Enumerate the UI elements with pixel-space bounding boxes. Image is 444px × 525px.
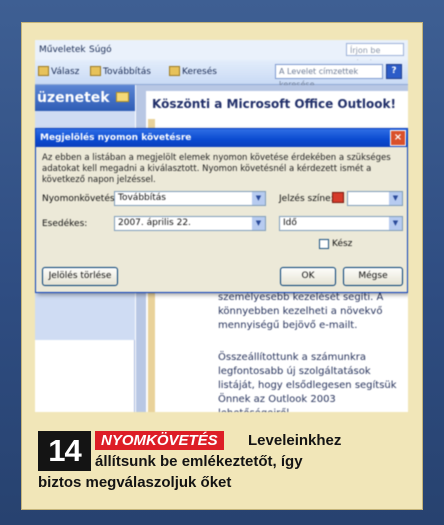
caption-tag: NYOMKÖVETÉS xyxy=(95,431,224,450)
toolbar: Válasz Továbbítás Keresés A Levelet címz… xyxy=(35,60,408,89)
figure-caption: 14 NYOMKÖVETÉS Leveleinkhez állítsunk be… xyxy=(35,412,408,492)
due-date-label: Esedékes: xyxy=(42,219,88,229)
caption-line-3: biztos megválaszoljuk őket xyxy=(38,474,232,491)
find-icon xyxy=(169,66,180,76)
close-icon[interactable]: × xyxy=(390,130,406,146)
caption-line-2: állítsunk be emlékeztetőt, így xyxy=(95,453,303,470)
nav-pane-header: üzenetek xyxy=(35,85,135,111)
help-icon[interactable]: ? xyxy=(386,64,402,79)
message-paragraph-2: Összeállítottunk a számunkra legfontosab… xyxy=(218,352,397,412)
followup-label: Nyomonkövetés: xyxy=(42,194,118,204)
forward-icon xyxy=(90,66,101,76)
help-search-input[interactable]: Írjon be kérdést xyxy=(346,43,404,68)
message-paragraph-1: személyesebb kezelését segíti. A könnyeb… xyxy=(218,292,384,331)
flag-for-followup-dialog: Megjelölés nyomon követésre × Az ebben a… xyxy=(35,128,408,293)
flag-icon xyxy=(332,192,344,203)
dialog-description: Az ebben a listában a megjelölt elemek n… xyxy=(42,153,391,185)
menu-item-muveletek[interactable]: Műveletek xyxy=(39,45,86,55)
followup-type-select[interactable]: Továbbítás ▼ xyxy=(114,191,266,206)
ok-button[interactable]: OK xyxy=(280,267,336,286)
chevron-down-icon: ▼ xyxy=(252,217,265,230)
reply-button[interactable]: Válasz xyxy=(38,66,79,77)
due-time-select[interactable]: Idő ▼ xyxy=(279,216,403,231)
message-subject: Köszönti a Microsoft Office Outlook! xyxy=(146,91,408,119)
reply-icon xyxy=(38,66,49,76)
cancel-button[interactable]: Mégse xyxy=(343,267,403,286)
flag-color-label: Jelzés színe: xyxy=(279,194,334,204)
flag-color-select[interactable]: ▼ xyxy=(347,191,403,206)
outlook-screenshot: Műveletek Súgó Írjon be kérdést Válasz T… xyxy=(35,40,408,412)
menu-bar: Műveletek Súgó Írjon be kérdést xyxy=(35,40,408,68)
clear-flag-button[interactable]: Jelölés törlése xyxy=(42,267,118,286)
folder-icon xyxy=(116,92,129,102)
dialog-title: Megjelölés nyomon követésre xyxy=(36,129,407,147)
chevron-down-icon: ▼ xyxy=(389,217,402,230)
forward-button[interactable]: Továbbítás xyxy=(90,66,151,77)
nav-folder-list[interactable] xyxy=(35,340,135,412)
menu-item-sugo[interactable]: Súgó xyxy=(89,45,112,55)
address-book-combo[interactable]: A Levelet címzettek keresése xyxy=(275,64,383,89)
chevron-down-icon: ▼ xyxy=(389,192,402,205)
chevron-down-icon: ▼ xyxy=(252,192,265,205)
find-button[interactable]: Keresés xyxy=(169,66,217,77)
due-date-select[interactable]: 2007. április 22. ▼ xyxy=(114,216,266,231)
figure-number: 14 xyxy=(38,431,91,471)
completed-label: Kész xyxy=(332,239,353,249)
completed-checkbox[interactable] xyxy=(319,239,329,249)
caption-line-1: Leveleinkhez xyxy=(248,432,342,449)
